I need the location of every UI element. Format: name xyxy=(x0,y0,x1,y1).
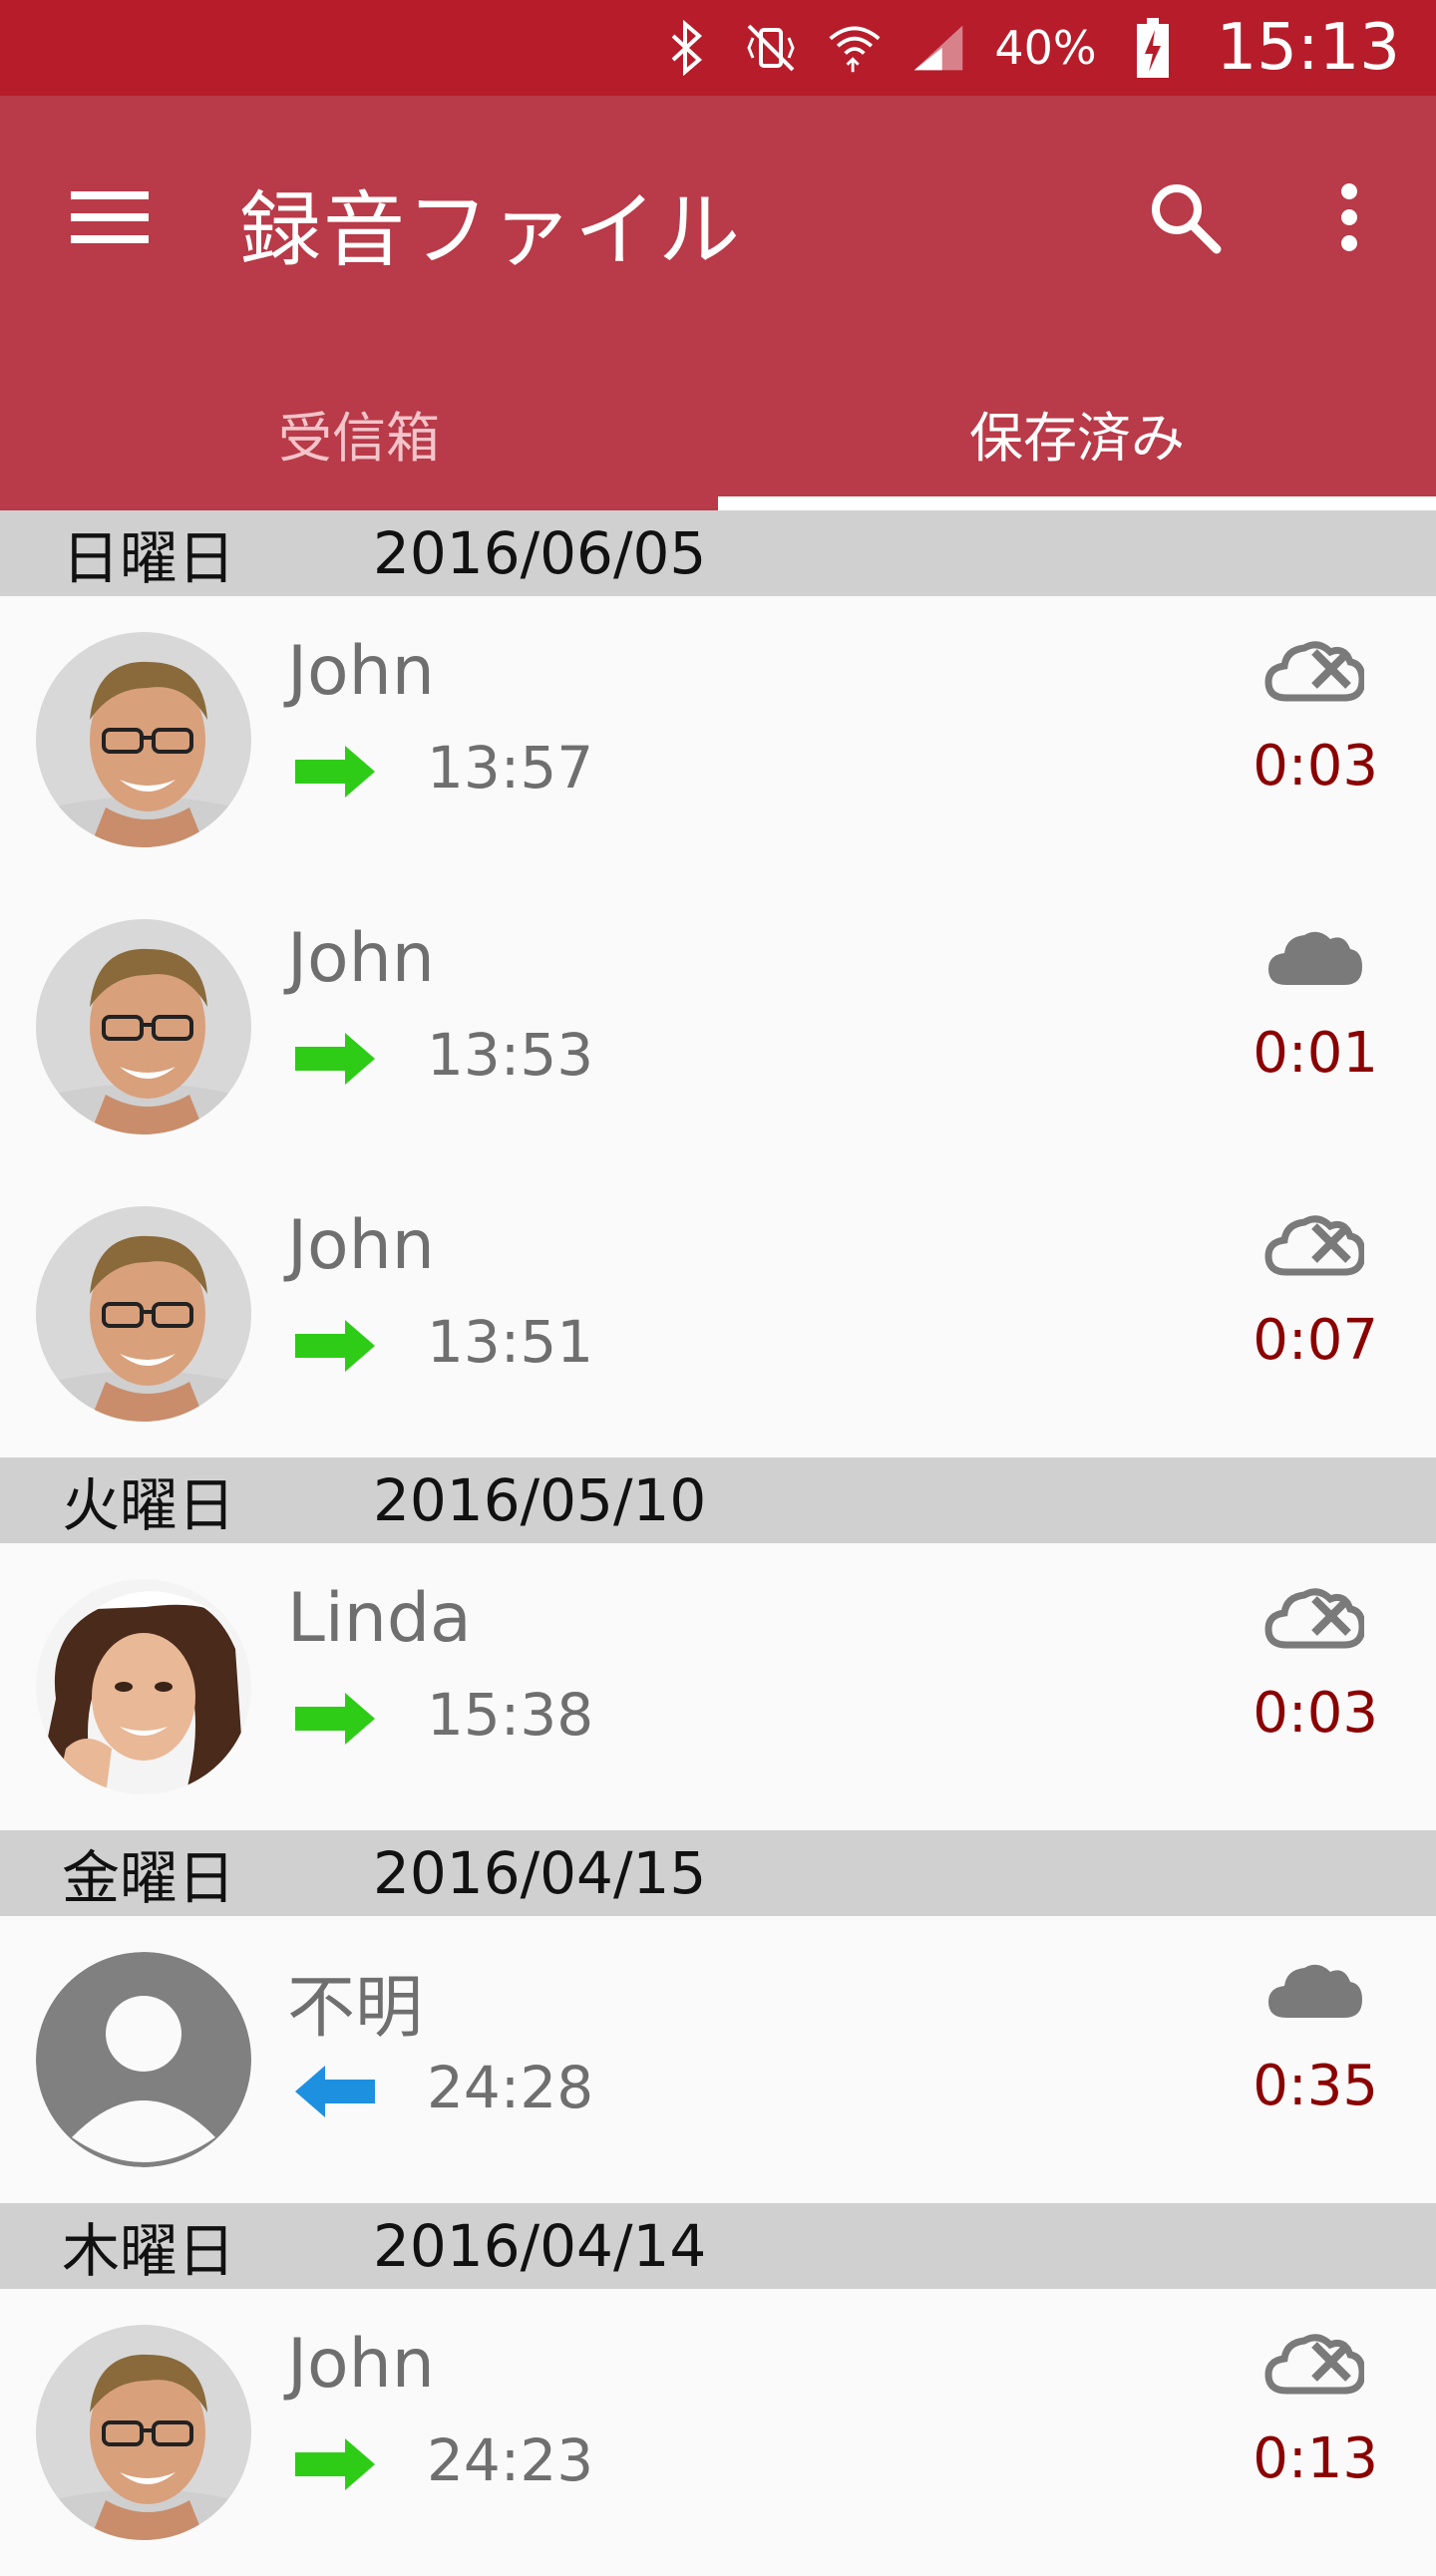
wifi-icon xyxy=(827,20,883,76)
incoming-call-arrow-icon xyxy=(295,2066,375,2117)
recording-list-item[interactable]: Linda 15:38 0:03 xyxy=(0,1543,1436,1830)
cloud-off-icon[interactable] xyxy=(1264,1210,1364,1280)
contact-photo xyxy=(36,632,251,847)
date-label: 2016/04/14 xyxy=(373,2212,707,2280)
outgoing-call-arrow-icon xyxy=(295,1693,375,1745)
contact-name: John xyxy=(287,632,435,711)
contact-photo xyxy=(36,1579,251,1794)
signal-icon xyxy=(910,20,966,76)
avatar[interactable] xyxy=(36,632,251,847)
avatar[interactable] xyxy=(36,1952,251,2167)
more-vert-icon xyxy=(1341,183,1357,251)
avatar[interactable] xyxy=(36,919,251,1134)
recording-list-item[interactable]: 不明 24:28 0:35 xyxy=(0,1916,1436,2203)
date-label: 2016/06/05 xyxy=(373,519,707,587)
clock: 15:13 xyxy=(1216,11,1400,85)
call-time: 15:38 xyxy=(427,1681,594,1749)
date-section-header: 火曜日 2016/05/10 xyxy=(0,1457,1436,1543)
cloud-off-icon[interactable] xyxy=(1264,2329,1364,2399)
recording-duration: 0:13 xyxy=(1253,2426,1378,2491)
contact-photo xyxy=(36,1206,251,1422)
call-time: 24:28 xyxy=(427,2054,594,2121)
call-time: 13:51 xyxy=(427,1308,594,1376)
search-button[interactable] xyxy=(1137,169,1233,265)
search-icon xyxy=(1152,184,1222,254)
date-label: 2016/05/10 xyxy=(373,1466,707,1534)
avatar[interactable] xyxy=(36,1206,251,1422)
outgoing-call-arrow-icon xyxy=(295,2438,375,2490)
vibrate-off-icon xyxy=(743,20,799,76)
contact-photo xyxy=(36,2325,251,2540)
recording-duration: 0:03 xyxy=(1253,1681,1378,1746)
bluetooth-icon xyxy=(659,20,715,76)
weekday-label: 火曜日 xyxy=(62,1471,236,1539)
recording-duration: 0:35 xyxy=(1253,2054,1378,2118)
contact-name: 不明 xyxy=(287,1969,424,2048)
cloud-icon[interactable] xyxy=(1264,1956,1364,2026)
recording-duration: 0:03 xyxy=(1253,734,1378,799)
cloud-off-icon[interactable] xyxy=(1264,1583,1364,1653)
call-time: 24:23 xyxy=(427,2426,594,2494)
recording-list-item[interactable]: John 13:53 0:01 xyxy=(0,883,1436,1170)
tab-saved[interactable]: 保存済み xyxy=(718,355,1436,510)
contact-name: Linda xyxy=(287,1579,472,1658)
status-bar: 40% 15:13 xyxy=(0,0,1436,96)
avatar[interactable] xyxy=(36,1579,251,1794)
app-bar: 録音ファイル 受信箱 保存済み xyxy=(0,96,1436,510)
battery-charging-icon xyxy=(1125,18,1181,78)
cloud-off-icon[interactable] xyxy=(1264,636,1364,706)
outgoing-call-arrow-icon xyxy=(295,1320,375,1372)
recording-list-item[interactable]: John 13:57 0:03 xyxy=(0,596,1436,883)
avatar[interactable] xyxy=(36,2325,251,2540)
recording-duration: 0:01 xyxy=(1253,1021,1378,1086)
recording-duration: 0:07 xyxy=(1253,1308,1378,1373)
recording-list-item[interactable]: John 24:23 0:13 xyxy=(0,2289,1436,2576)
hamburger-icon xyxy=(71,191,149,243)
cloud-icon[interactable] xyxy=(1264,923,1364,993)
date-section-header: 木曜日 2016/04/14 xyxy=(0,2203,1436,2289)
menu-button[interactable] xyxy=(68,175,152,259)
call-time: 13:57 xyxy=(427,734,594,802)
contact-photo xyxy=(36,919,251,1134)
contact-name: John xyxy=(287,1206,435,1285)
page-title: 録音ファイル xyxy=(239,183,743,278)
weekday-label: 日曜日 xyxy=(62,524,236,592)
date-section-header: 金曜日 2016/04/15 xyxy=(0,1830,1436,1916)
weekday-label: 金曜日 xyxy=(62,1844,236,1912)
battery-percent: 40% xyxy=(994,21,1097,75)
contact-name: John xyxy=(287,919,435,998)
weekday-label: 木曜日 xyxy=(62,2217,236,2285)
date-label: 2016/04/15 xyxy=(373,1839,707,1907)
outgoing-call-arrow-icon xyxy=(295,746,375,798)
call-time: 13:53 xyxy=(427,1021,594,1089)
date-section-header: 日曜日 2016/06/05 xyxy=(0,510,1436,596)
recording-list-item[interactable]: John 13:51 0:07 xyxy=(0,1170,1436,1457)
contact-name: John xyxy=(287,2325,435,2404)
unknown-contact-icon xyxy=(36,1952,251,2167)
tab-inbox[interactable]: 受信箱 xyxy=(0,355,718,510)
more-options-button[interactable] xyxy=(1301,169,1397,265)
recording-list: 日曜日 2016/06/05 John 13:57 0:03 John 13:53 0:01 J… xyxy=(0,510,1436,2576)
tab-bar: 受信箱 保存済み xyxy=(0,355,1436,510)
outgoing-call-arrow-icon xyxy=(295,1033,375,1085)
